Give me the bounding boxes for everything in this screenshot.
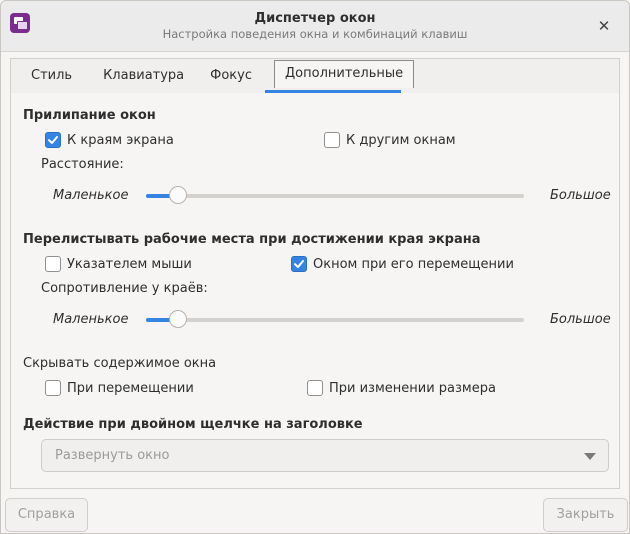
slider-track [146,318,524,322]
window-title: Диспетчер окон [254,11,376,26]
workspace-wrap-heading: Перелистывать рабочие места при достижен… [23,232,481,247]
snap-to-other-windows-checkbox[interactable]: К другим окнам [324,132,456,148]
double-click-action-dropdown[interactable]: Развернуть окно [41,439,609,472]
tab-style[interactable]: Стиль [11,59,90,93]
tab-advanced[interactable]: Дополнительные [274,60,415,88]
slider-handle[interactable] [168,186,187,204]
close-icon[interactable]: ✕ [591,13,617,39]
double-click-heading: Действие при двойном щелчке на заголовке [23,417,363,432]
resistance-min-label: Маленькое [53,312,129,327]
chevron-down-icon [584,453,596,460]
close-button[interactable]: Закрыть [543,498,628,532]
dropdown-selected-value: Развернуть окно [55,448,170,463]
checkbox-unchecked-icon [45,256,61,272]
wrap-with-window-label: Окном при его перемещении [313,256,514,272]
window-subtitle: Настройка поведения окна и комбинаций кл… [162,27,468,41]
tab-focus[interactable]: Фокус [197,59,265,93]
slider-handle[interactable] [168,310,187,328]
snapping-heading: Прилипание окон [23,108,156,123]
snap-to-screen-edges-checkbox[interactable]: К краям экрана [45,132,174,148]
hide-content-heading: Скрывать содержимое окна [23,356,217,371]
snap-to-screen-edges-label: К краям экрана [67,132,174,148]
tab-bar: Стиль Клавиатура Фокус Дополнительные [10,58,620,94]
snap-to-other-windows-label: К другим окнам [346,132,456,148]
distance-min-label: Маленькое [53,188,129,203]
checkbox-unchecked-icon [45,380,61,396]
window: Диспетчер окон Настройка поведения окна … [0,0,630,534]
tab-keyboard[interactable]: Клавиатура [90,59,197,93]
distance-max-label: Большое [550,188,611,203]
titlebar[interactable]: Диспетчер окон Настройка поведения окна … [1,1,629,52]
hide-on-resize-label: При изменении размера [329,380,496,396]
snap-distance-slider[interactable] [146,186,524,206]
edge-resistance-slider[interactable] [146,310,524,330]
checkbox-unchecked-icon [307,380,323,396]
hide-on-resize-checkbox[interactable]: При изменении размера [307,380,496,396]
slider-track [146,194,524,198]
wrap-with-pointer-label: Указателем мыши [67,256,192,272]
resistance-label: Сопротивление у краёв: [41,281,208,296]
checkbox-unchecked-icon [324,132,340,148]
hide-on-move-label: При перемещении [67,380,194,396]
help-button[interactable]: Справка [5,498,88,532]
distance-label: Расстояние: [41,157,124,172]
checkbox-checked-icon [291,256,307,272]
wrap-with-pointer-checkbox[interactable]: Указателем мыши [45,256,192,272]
checkbox-checked-icon [45,132,61,148]
resistance-max-label: Большое [550,312,611,327]
wrap-with-window-checkbox[interactable]: Окном при его перемещении [291,256,514,272]
hide-on-move-checkbox[interactable]: При перемещении [45,380,194,396]
